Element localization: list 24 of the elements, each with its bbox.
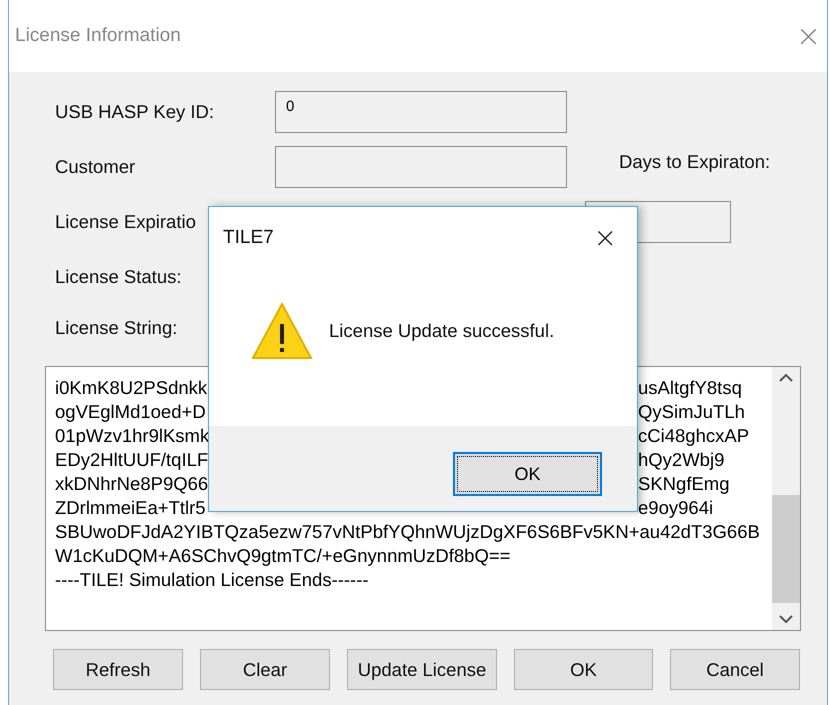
field-label: License String: [55,317,178,339]
field-label: License Expiratio [55,210,197,232]
license-text: cCi48ghcxAP [638,424,750,448]
license-text: xkDNhrNe8P9Q66 [55,472,208,496]
dialog-message: License Update successful. [329,320,554,342]
dialog-title: TILE7 [223,226,274,248]
license-text: ZDrlmmeiEa+Ttlr5 [55,496,206,520]
license-text: ogVEglMd1oed+D [55,400,206,424]
license-text: 01pWzv1hr9lKsmk [55,424,210,448]
license-text: usAltgfY8tsq [638,376,742,400]
license-text: ----TILE! Simulation License Ends------ [55,568,369,592]
license-text: hQy2Wbj9 [638,448,724,472]
window-title: License Information [15,25,181,47]
license-text: SKNgfEmg [638,472,730,496]
license-text: e9oy964i [638,496,714,520]
license-text: W1cKuDQM+A6SChvQ9gtmTC/+eGnynnmUzDf8bQ== [55,544,510,568]
field-label: License Status: [55,266,182,288]
license-text: EDy2HltUUF/tqILF [55,448,208,472]
license-text: QySimJuTLh [638,400,745,424]
license-text: i0KmK8U2PSdnkk [55,376,208,400]
field-label: USB HASP Key ID: [55,100,216,122]
field-label: Days to Expiraton: [619,150,772,172]
license-text: SBUwoDFJdA2YIBTQza5ezw757vNtPbfYQhnWUjzDgXF6S6BFv5KN+au42dT3G66B [55,520,760,544]
field-label: Customer [55,156,136,178]
